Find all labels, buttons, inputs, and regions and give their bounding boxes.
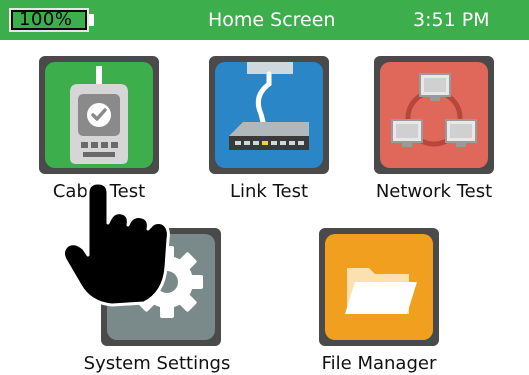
file-manager-label: File Manager [321,353,437,374]
battery-indicator: 100% [9,8,89,32]
battery-percent: 100% [19,9,73,30]
cable-test-button[interactable] [39,56,159,174]
status-bar: 100% Home Screen 3:51 PM [0,0,529,40]
cable-tester-icon [45,62,153,168]
home-screen: 100% Home Screen 3:51 PM Cable Test Link… [0,0,529,375]
screen-title: Home Screen [208,9,336,31]
file-manager-button[interactable] [319,228,439,346]
network-test-button[interactable] [374,56,494,174]
network-test-label: Network Test [375,181,493,202]
link-test-button[interactable] [209,56,329,174]
battery-tip [89,14,94,26]
network-topology-icon [380,62,488,168]
system-settings-label: System Settings [83,353,231,374]
pointing-hand-icon [60,175,178,310]
folder-icon [325,234,433,340]
network-switch-icon [215,62,323,168]
clock-time: 3:51 PM [413,9,490,31]
